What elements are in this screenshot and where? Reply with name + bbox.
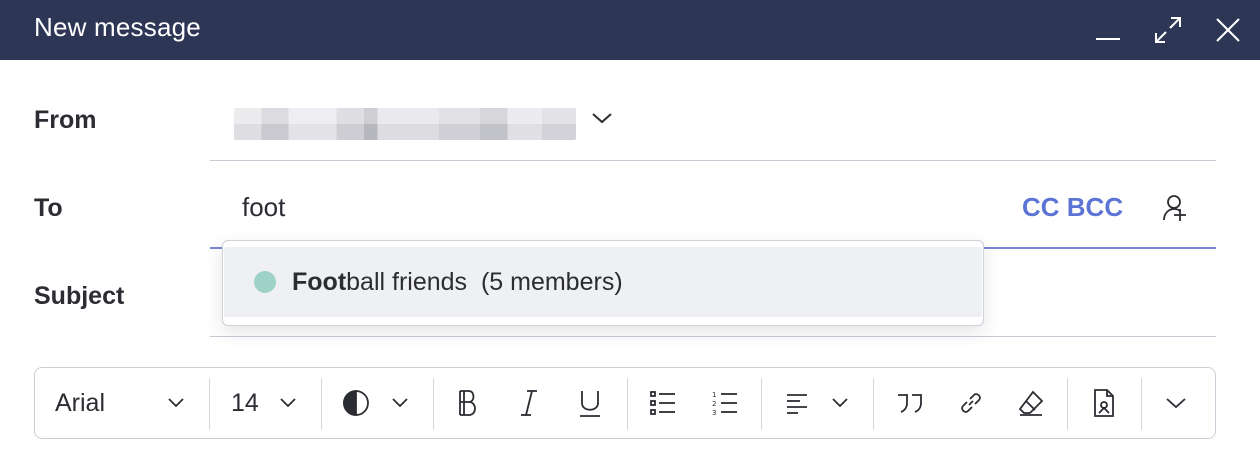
add-recipient-button[interactable] (1160, 192, 1194, 224)
toolbar-separator (627, 378, 628, 430)
suggestion-match: Foot (292, 267, 347, 296)
align-left-icon (787, 394, 807, 414)
toolbar-separator (1141, 378, 1142, 430)
formatting-toolbar: Arial 14 1 2 3 (34, 367, 1216, 439)
clear-format-button[interactable] (1017, 368, 1047, 438)
align-select[interactable] (785, 368, 855, 438)
expand-icon (1155, 17, 1181, 43)
minimize-button[interactable] (1088, 10, 1128, 50)
bullet-list-icon (650, 391, 675, 415)
chevron-down-icon (168, 398, 184, 408)
to-input[interactable] (242, 190, 1002, 224)
suggestion-members: (5 members) (480, 267, 623, 296)
window-title: New message (34, 12, 201, 42)
minimize-icon (1096, 38, 1120, 40)
recipient-suggestions: Football friends (5 members) (222, 240, 984, 326)
suggestion-label: Football friends (5 members) (292, 268, 623, 297)
svg-text:3: 3 (712, 409, 716, 417)
underline-button[interactable] (577, 368, 607, 438)
font-family-value: Arial (55, 388, 106, 417)
font-size-select[interactable]: 14 (231, 368, 301, 438)
close-icon (1216, 18, 1240, 42)
more-options-button[interactable] (1165, 368, 1195, 438)
toolbar-separator (873, 378, 874, 430)
from-divider (210, 160, 1216, 161)
add-person-icon (1163, 195, 1186, 221)
group-color-dot (254, 271, 276, 293)
template-icon (1094, 389, 1114, 417)
from-dropdown-button[interactable] (590, 108, 614, 128)
quote-button[interactable] (895, 368, 925, 438)
bold-icon (459, 390, 476, 416)
numbered-list-icon: 1 2 3 (712, 391, 737, 417)
subject-divider (210, 336, 1216, 337)
bold-button[interactable] (455, 368, 485, 438)
close-button[interactable] (1208, 10, 1248, 50)
quote-icon (898, 394, 922, 413)
subject-label: Subject (34, 282, 125, 310)
to-label: To (34, 194, 63, 222)
from-address-redacted[interactable] (234, 108, 576, 140)
chevron-down-icon (592, 113, 612, 124)
text-color-button[interactable] (341, 368, 415, 438)
link-button[interactable] (957, 368, 987, 438)
suggestion-rest: ball friends (346, 267, 468, 296)
bullet-list-button[interactable] (649, 368, 679, 438)
toolbar-separator (321, 378, 322, 430)
compose-titlebar: New message (0, 0, 1260, 60)
svg-text:1: 1 (712, 391, 716, 399)
toolbar-separator (209, 378, 210, 430)
italic-button[interactable] (517, 368, 547, 438)
chevron-down-icon (832, 398, 848, 408)
cc-bcc-button[interactable]: CC BCC (1022, 192, 1123, 223)
suggestion-item[interactable]: Football friends (5 members) (224, 247, 982, 317)
toolbar-separator (1067, 378, 1068, 430)
svg-text:2: 2 (712, 400, 716, 408)
contrast-icon (343, 390, 369, 416)
toolbar-separator (761, 378, 762, 430)
italic-icon (521, 390, 537, 416)
font-family-select[interactable]: Arial (55, 368, 189, 438)
chevron-down-icon (280, 398, 296, 408)
from-label: From (34, 106, 97, 134)
font-size-value: 14 (231, 388, 259, 417)
more-chevron-icon (1166, 398, 1186, 409)
expand-button[interactable] (1148, 10, 1188, 50)
chevron-down-icon (392, 398, 408, 408)
underline-icon (580, 391, 600, 417)
numbered-list-button[interactable]: 1 2 3 (711, 368, 741, 438)
eraser-icon (1018, 390, 1044, 416)
insert-template-button[interactable] (1091, 368, 1119, 438)
link-icon (961, 393, 981, 413)
toolbar-separator (433, 378, 434, 430)
